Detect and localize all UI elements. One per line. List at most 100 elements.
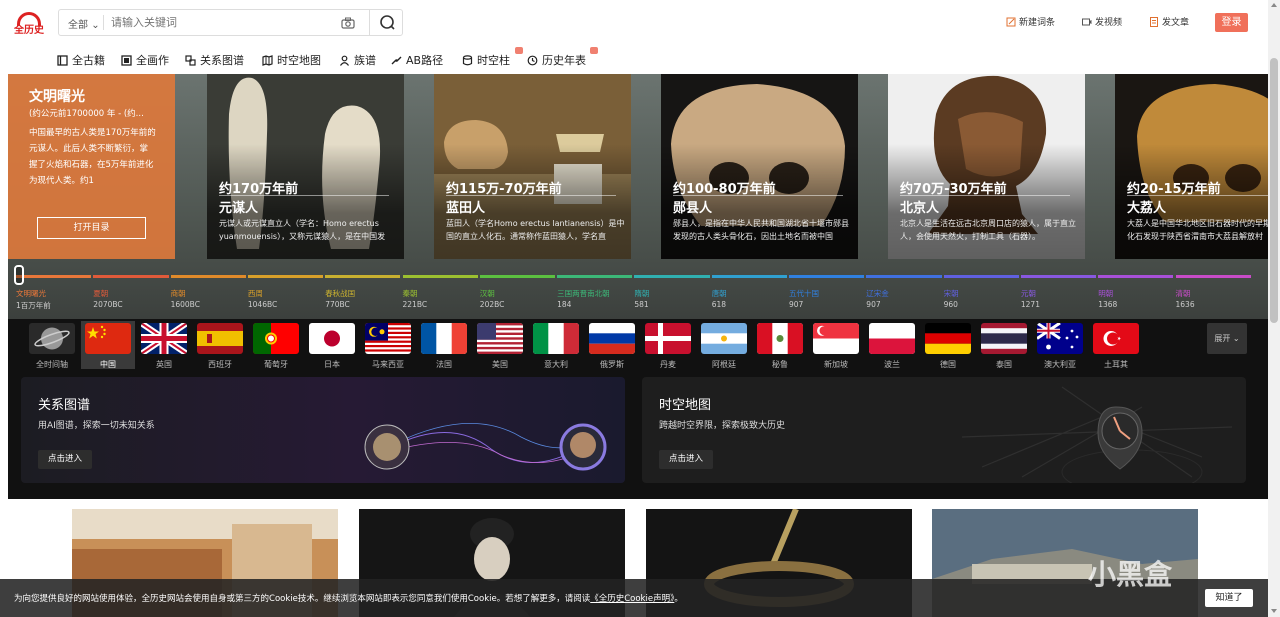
country-option[interactable]: 新加坡 [809,321,863,369]
country-option[interactable]: 澳大利亚 [1033,321,1087,369]
post-article-button[interactable]: 发文章 [1149,15,1189,28]
nav-item-relation-graph[interactable]: 关系图谱 [185,52,244,68]
spacetime-map-feature[interactable]: 时空地图 跨越时空界限，探索极致大历史 点击进入 [642,377,1246,483]
country-option[interactable]: 德国 [921,321,975,369]
timeline-segment-bar[interactable] [634,275,710,278]
nav-item-ab-path[interactable]: AB路径 [391,52,443,68]
timeline-segment-bar[interactable] [402,275,478,278]
germany-flag [925,323,971,354]
era-card[interactable]: 约70万-30万年前 北京人 北京人是生活在远古北京周口店的猿人，属于直立人，会… [888,74,1085,259]
country-name: 全时间轴 [36,360,68,369]
timeline-segment-bar[interactable] [1175,275,1251,278]
era-card[interactable]: 约100-80万年前 郧县人 郧县人，是指在中华人民共和国湖北省十堰市郧县发现的… [661,74,858,259]
country-option[interactable]: 英国 [137,321,191,369]
search-input[interactable] [111,12,336,33]
country-option[interactable]: 全时间轴 [25,321,79,369]
nav-item-spacetime-pillar[interactable]: 时空柱 [462,47,523,68]
country-option[interactable]: 葡萄牙 [249,321,303,369]
relation-graph-feature[interactable]: 关系图谱 用AI图谱，探索一切未知关系 点击进入 [21,377,625,483]
timeline-segment-bar[interactable] [943,275,1019,278]
timeline-segment-bar[interactable] [16,275,92,278]
country-option[interactable]: 秘鲁 [753,321,807,369]
turkey-flag [1093,323,1139,354]
timeline-segment-bar[interactable] [789,275,865,278]
timeline-era-year: 1636 [1175,300,1195,309]
country-option[interactable]: 泰国 [977,321,1031,369]
timeline-segment-bar[interactable] [325,275,401,278]
dynasty-timeline: 文明曙光 1百万年前 夏朝 2070BC 商朝 1600BC 西周 1046BC 春秋战国 770… [8,264,1268,319]
country-option[interactable]: 阿根廷 [697,321,751,369]
cookie-policy-link[interactable]: 《全历史Cookie声明》 [590,594,674,604]
country-option[interactable]: 美国 [473,321,527,369]
open-catalog-button[interactable]: 打开目录 [37,217,146,239]
nav-item-history-chronology[interactable]: 历史年表 [527,47,598,68]
country-option[interactable]: 马来西亚 [361,321,415,369]
timeline-era-name[interactable]: 汉朝 [480,288,495,299]
country-option[interactable]: 中国 [81,321,135,369]
timeline-segment-bar[interactable] [711,275,787,278]
post-video-button[interactable]: 发视频 [1082,15,1122,28]
timeline-era-name[interactable]: 春秋战国 [325,288,355,299]
peru-flag [757,323,803,354]
era-card[interactable]: 约20-15万年前 大荔人 大荔人是中国华北地区旧石器时代的早期智人，因化石发现… [1115,74,1268,259]
site-logo[interactable]: 全历史 [14,12,44,36]
expand-countries-button[interactable]: 展开 ⌄ [1207,323,1247,354]
timeline-era-name[interactable]: 宋朝 [944,288,959,299]
nav-label: AB路径 [406,54,444,67]
timeline-era-name[interactable]: 辽宋金 [866,288,889,299]
map-icon [262,54,273,66]
country-option[interactable]: 波兰 [865,321,919,369]
country-option[interactable]: 丹麦 [641,321,695,369]
timeline-era-name[interactable]: 五代十国 [789,288,819,299]
enter-relation-graph-button[interactable]: 点击进入 [38,450,92,469]
timeline-era-name[interactable]: 隋朝 [634,288,649,299]
search-scope-select[interactable]: 全部 ⌄ [68,16,100,31]
country-option[interactable]: 法国 [417,321,471,369]
nav-item-spacetime-map[interactable]: 时空地图 [262,52,321,68]
timeline-segment-bar[interactable] [247,275,324,278]
new-badge [515,47,523,54]
era-card[interactable]: 约170万年前 元谋人 元谋人或元谋直立人（学名：Homo erectus yu… [207,74,404,259]
scrollbar-thumb[interactable] [1270,58,1278,323]
nav-item-paintings[interactable]: 全画作 [121,52,169,68]
country-option[interactable]: 土耳其 [1089,321,1143,369]
timeline-segment-bar[interactable] [866,275,942,278]
cookie-accept-button[interactable]: 知道了 [1205,589,1253,607]
enter-spacetime-map-button[interactable]: 点击进入 [659,450,713,469]
card-name: 元谋人 [219,201,259,216]
country-name: 葡萄牙 [264,360,288,369]
timeline-segment-bar[interactable] [170,275,246,278]
timeline-segment-bar[interactable] [1020,275,1097,278]
scrollbar[interactable] [1268,0,1280,617]
country-option[interactable]: 意大利 [529,321,583,369]
timeline-segment-bar[interactable] [557,275,633,278]
timeline-era-name[interactable]: 西周 [248,288,263,299]
country-option[interactable]: 西班牙 [193,321,247,369]
timeline-era-name[interactable]: 夏朝 [93,288,108,299]
nav-item-genealogy[interactable]: 族谱 [339,52,376,68]
feature-subtitle: 跨越时空界限，探索极致大历史 [659,421,786,431]
login-button[interactable]: 登录 [1215,13,1248,32]
timeline-slider-handle[interactable] [14,265,24,285]
era-card[interactable]: 约115万-70万年前 蓝田人 蓝田人（学名Homo erectus lanti… [434,74,631,259]
timeline-segment-bar[interactable] [479,275,556,278]
timeline-segment-bar[interactable] [93,275,169,278]
scroll-down-arrow-icon[interactable] [1271,609,1277,613]
country-option[interactable]: 俄罗斯 [585,321,639,369]
timeline-era-name[interactable]: 唐朝 [712,288,727,299]
timeline-segment-bar[interactable] [1098,275,1174,278]
nav-label: 关系图谱 [200,54,244,67]
nav-item-ancient-books[interactable]: 全古籍 [57,52,105,68]
timeline-era-name[interactable]: 三国两晋南北朝 [557,288,610,299]
timeline-era-name[interactable]: 清朝 [1176,288,1191,299]
camera-icon[interactable] [341,16,355,30]
timeline-era-name[interactable]: 元朝 [1021,288,1036,299]
timeline-era-name[interactable]: 明朝 [1098,288,1113,299]
timeline-era-name[interactable]: 商朝 [171,288,186,299]
scroll-up-arrow-icon[interactable] [1271,3,1277,7]
timeline-era-name[interactable]: 秦朝 [403,288,418,299]
search-button[interactable] [369,10,403,35]
timeline-era-name[interactable]: 文明曙光 [16,288,46,299]
country-option[interactable]: 日本 [305,321,359,369]
new-entry-button[interactable]: 新建词条 [1006,15,1055,28]
